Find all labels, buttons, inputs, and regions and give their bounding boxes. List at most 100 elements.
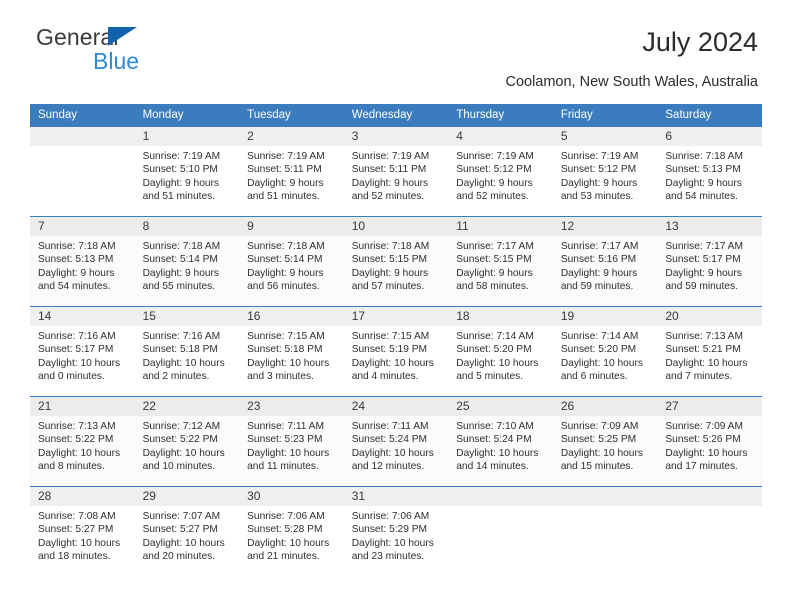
calendar-day-cell[interactable]: 17 Sunrise: 7:15 AM Sunset: 5:19 PM Dayligh… — [343, 306, 449, 397]
logo-text-general: General — [36, 26, 256, 49]
daylight-text-line2: and 4 minutes. — [351, 371, 419, 383]
sunrise-text: Sunrise: 7:18 AM — [38, 241, 116, 252]
calendar-day-cell[interactable]: 12 Sunrise: 7:17 AM Sunset: 5:16 PM Dayligh… — [552, 216, 658, 307]
sun-info: Sunrise: 7:08 AM Sunset: 5:27 PM Daylight:… — [30, 506, 135, 564]
sunrise-text: Sunrise: 7:17 AM — [456, 241, 534, 252]
day-number: 4 — [448, 127, 553, 146]
sun-info: Sunrise: 7:16 AM Sunset: 5:18 PM Daylight:… — [135, 326, 240, 384]
sunset-text: Sunset: 5:27 PM — [142, 524, 218, 536]
sunset-text: Sunset: 5:20 PM — [560, 344, 637, 356]
daylight-text-line2: and 10 minutes. — [142, 461, 216, 473]
daylight-text-line1: Daylight: 10 hours — [351, 447, 434, 459]
sun-info: Sunrise: 7:09 AM Sunset: 5:26 PM Daylight:… — [657, 416, 762, 474]
sun-info: Sunrise: 7:13 AM Sunset: 5:21 PM Daylight:… — [657, 326, 762, 384]
calendar-day-cell[interactable]: 21 Sunrise: 7:13 AM Sunset: 5:22 PM Dayligh… — [30, 396, 135, 487]
day-number: 18 — [448, 307, 553, 326]
calendar-day-cell[interactable]: 22 Sunrise: 7:12 AM Sunset: 5:22 PM Dayligh… — [134, 396, 240, 487]
day-number: 3 — [343, 127, 449, 146]
sunset-text: Sunset: 5:23 PM — [247, 434, 323, 446]
sunset-text: Sunset: 5:15 PM — [351, 254, 428, 266]
sun-info: Sunrise: 7:18 AM Sunset: 5:14 PM Daylight:… — [239, 236, 344, 294]
daylight-text-line2: and 20 minutes. — [142, 551, 216, 563]
day-number: 2 — [239, 127, 344, 146]
calendar-day-cell[interactable]: 19 Sunrise: 7:14 AM Sunset: 5:20 PM Dayligh… — [552, 306, 658, 397]
daylight-text-line1: Daylight: 9 hours — [351, 267, 429, 279]
sunset-text: Sunset: 5:13 PM — [38, 254, 114, 266]
calendar-day-cell[interactable]: 27 Sunrise: 7:09 AM Sunset: 5:26 PM Dayligh… — [657, 396, 762, 487]
calendar-day-cell[interactable]: 30 Sunrise: 7:06 AM Sunset: 5:28 PM Dayligh… — [239, 486, 344, 577]
calendar-day-cell[interactable]: 16 Sunrise: 7:15 AM Sunset: 5:18 PM Dayligh… — [239, 306, 344, 397]
sunrise-text: Sunrise: 7:13 AM — [665, 331, 743, 342]
sun-info: Sunrise: 7:15 AM Sunset: 5:18 PM Daylight:… — [239, 326, 344, 384]
day-number: 16 — [239, 307, 344, 326]
sun-info: Sunrise: 7:19 AM Sunset: 5:11 PM Daylight:… — [344, 146, 449, 204]
daylight-text-line1: Daylight: 9 hours — [456, 267, 533, 279]
daylight-text-line1: Daylight: 10 hours — [142, 447, 225, 459]
daylight-text-line2: and 54 minutes. — [665, 191, 738, 203]
calendar-day-cell[interactable]: 31 Sunrise: 7:06 AM Sunset: 5:29 PM Dayligh… — [343, 486, 449, 577]
calendar-day-cell[interactable]: 5 Sunrise: 7:19 AM Sunset: 5:12 PM Daylight… — [552, 126, 658, 217]
sunrise-text: Sunrise: 7:18 AM — [665, 151, 743, 162]
sun-info: Sunrise: 7:17 AM Sunset: 5:16 PM Daylight:… — [553, 236, 658, 294]
calendar-day-cell[interactable]: 29 Sunrise: 7:07 AM Sunset: 5:27 PM Dayligh… — [134, 486, 240, 577]
day-number: 24 — [343, 397, 449, 416]
calendar-day-cell[interactable]: 28 Sunrise: 7:08 AM Sunset: 5:27 PM Dayligh… — [30, 486, 135, 577]
calendar-week-row: 7 Sunrise: 7:18 AM Sunset: 5:13 PM Daylight… — [30, 216, 762, 307]
day-number: 26 — [552, 397, 658, 416]
sunrise-text: Sunrise: 7:19 AM — [142, 151, 221, 162]
calendar-week-row: 14 Sunrise: 7:16 AM Sunset: 5:17 PM Dayligh… — [30, 306, 762, 397]
weekday-header-thursday: Thursday — [448, 104, 553, 127]
calendar-day-cell[interactable]: 10 Sunrise: 7:18 AM Sunset: 5:15 PM Dayligh… — [343, 216, 449, 307]
daylight-text-line1: Daylight: 10 hours — [665, 357, 748, 369]
day-number: 1 — [134, 127, 240, 146]
daylight-text-line1: Daylight: 10 hours — [351, 537, 434, 549]
daylight-text-line2: and 7 minutes. — [665, 371, 733, 383]
sunset-text: Sunset: 5:17 PM — [665, 254, 741, 266]
daylight-text-line2: and 15 minutes. — [560, 461, 634, 473]
sun-info: Sunrise: 7:18 AM Sunset: 5:15 PM Daylight:… — [344, 236, 449, 294]
sunrise-text: Sunrise: 7:09 AM — [665, 421, 743, 432]
sunrise-text: Sunrise: 7:10 AM — [456, 421, 534, 432]
sunrise-text: Sunrise: 7:19 AM — [456, 151, 534, 162]
calendar-day-cell[interactable]: 3 Sunrise: 7:19 AM Sunset: 5:11 PM Daylight… — [343, 126, 449, 217]
sun-info: Sunrise: 7:12 AM Sunset: 5:22 PM Daylight:… — [135, 416, 240, 474]
calendar-day-cell[interactable]: 6 Sunrise: 7:18 AM Sunset: 5:13 PM Daylight… — [657, 126, 762, 217]
sunrise-text: Sunrise: 7:19 AM — [247, 151, 325, 162]
calendar-day-cell[interactable]: 18 Sunrise: 7:14 AM Sunset: 5:20 PM Dayligh… — [448, 306, 553, 397]
page-title: July 2024 — [642, 27, 758, 57]
daylight-text-line2: and 17 minutes. — [665, 461, 738, 473]
calendar-day-cell[interactable]: 26 Sunrise: 7:09 AM Sunset: 5:25 PM Dayligh… — [552, 396, 658, 487]
calendar-day-cell[interactable]: 7 Sunrise: 7:18 AM Sunset: 5:13 PM Daylight… — [30, 216, 135, 307]
daylight-text-line1: Daylight: 10 hours — [560, 357, 643, 369]
calendar-day-cell[interactable]: 25 Sunrise: 7:10 AM Sunset: 5:24 PM Dayligh… — [448, 396, 553, 487]
sunset-text: Sunset: 5:14 PM — [142, 254, 218, 266]
calendar-day-cell[interactable]: 24 Sunrise: 7:11 AM Sunset: 5:24 PM Dayligh… — [343, 396, 449, 487]
weekday-header-sunday: Sunday — [30, 104, 135, 127]
sun-info: Sunrise: 7:11 AM Sunset: 5:24 PM Daylight:… — [344, 416, 449, 474]
calendar-day-cell[interactable]: 9 Sunrise: 7:18 AM Sunset: 5:14 PM Daylight… — [239, 216, 344, 307]
calendar-day-cell[interactable]: 23 Sunrise: 7:11 AM Sunset: 5:23 PM Dayligh… — [239, 396, 344, 487]
triangle-icon — [108, 27, 137, 46]
daylight-text-line2: and 52 minutes. — [456, 191, 529, 203]
daylight-text-line1: Daylight: 10 hours — [38, 537, 121, 549]
calendar-day-cell[interactable]: 11 Sunrise: 7:17 AM Sunset: 5:15 PM Dayligh… — [448, 216, 553, 307]
sunrise-text: Sunrise: 7:14 AM — [560, 331, 639, 342]
calendar-day-cell[interactable]: 20 Sunrise: 7:13 AM Sunset: 5:21 PM Dayligh… — [657, 306, 762, 397]
calendar-table: Sunday Monday Tuesday Wednesday Thursday… — [30, 104, 762, 577]
sun-info: Sunrise: 7:19 AM Sunset: 5:12 PM Daylight:… — [553, 146, 658, 204]
general-blue-logo[interactable]: General Blue — [36, 26, 256, 74]
calendar-day-cell[interactable]: 2 Sunrise: 7:19 AM Sunset: 5:11 PM Daylight… — [239, 126, 344, 217]
daylight-text-line1: Daylight: 9 hours — [247, 267, 324, 279]
logo-blue-label: Blue — [93, 48, 140, 74]
sunset-text: Sunset: 5:25 PM — [560, 434, 637, 446]
calendar-day-cell[interactable]: 8 Sunrise: 7:18 AM Sunset: 5:14 PM Daylight… — [134, 216, 240, 307]
calendar-day-cell[interactable]: 14 Sunrise: 7:16 AM Sunset: 5:17 PM Dayligh… — [30, 306, 135, 397]
calendar-day-cell[interactable]: 4 Sunrise: 7:19 AM Sunset: 5:12 PM Daylight… — [448, 126, 553, 217]
day-number: 28 — [30, 487, 135, 506]
day-number: 9 — [239, 217, 344, 236]
day-number — [657, 487, 762, 506]
sunset-text: Sunset: 5:18 PM — [247, 344, 323, 356]
calendar-day-cell[interactable]: 13 Sunrise: 7:17 AM Sunset: 5:17 PM Dayligh… — [657, 216, 762, 307]
calendar-day-cell[interactable]: 1 Sunrise: 7:19 AM Sunset: 5:10 PM Daylight… — [134, 126, 240, 217]
calendar-day-cell[interactable]: 15 Sunrise: 7:16 AM Sunset: 5:18 PM Dayligh… — [134, 306, 240, 397]
